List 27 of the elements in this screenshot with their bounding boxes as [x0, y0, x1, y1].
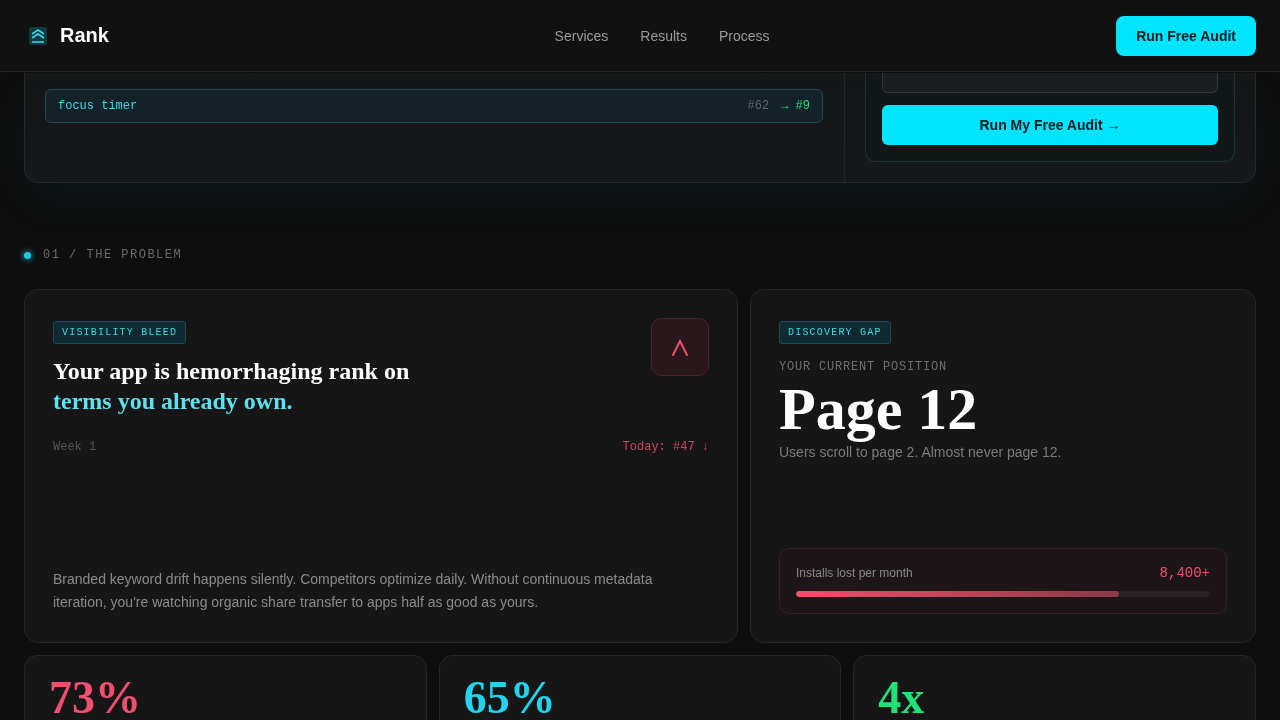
stat-value: 65%	[463, 676, 556, 720]
meter-label: Installs lost per month	[796, 566, 913, 580]
position-caption: YOUR CURRENT POSITION	[779, 360, 949, 374]
stat-value: 4x	[878, 676, 925, 720]
card-description: Branded keyword drift happens silently. Competitors optimize daily. Without continuous metadata iteration, you're watching organic share transfer to apps half as good as yours.	[53, 570, 654, 612]
previous-rank: #62	[747, 99, 770, 113]
nav-link[interactable]: Process	[719, 27, 770, 44]
today-rank: Today: #47 ↓	[622, 440, 709, 454]
section-label: 01 / THE PROBLEM	[43, 248, 183, 262]
app-url-field[interactable]	[882, 73, 1218, 93]
start-label: Week 1	[53, 440, 97, 454]
nav-link[interactable]: Services	[554, 27, 609, 44]
brand-name[interactable]: Rank	[60, 24, 109, 47]
chevron-icon	[670, 337, 690, 357]
card-heading: Your app is hemorrhaging rank on terms you already own.	[53, 357, 411, 416]
logo-icon	[28, 25, 48, 46]
category-tag: DISCOVERY GAP	[779, 321, 891, 344]
new-rank: → #9	[781, 99, 810, 113]
category-tag: VISIBILITY BLEED	[53, 321, 187, 344]
nav-link[interactable]: Results	[640, 27, 687, 44]
keyword-term: focus timer	[58, 99, 139, 113]
stat-value: 73%	[49, 676, 141, 720]
status-dot	[24, 251, 31, 259]
position-subtitle: Users scroll to page 2. Almost never page 12.	[779, 444, 1063, 460]
audit-button[interactable]: Run Free Audit	[1116, 15, 1256, 56]
meter-value: 8,400+	[1159, 565, 1210, 581]
audit-button[interactable]: Run My Free Audit →	[882, 105, 1218, 145]
